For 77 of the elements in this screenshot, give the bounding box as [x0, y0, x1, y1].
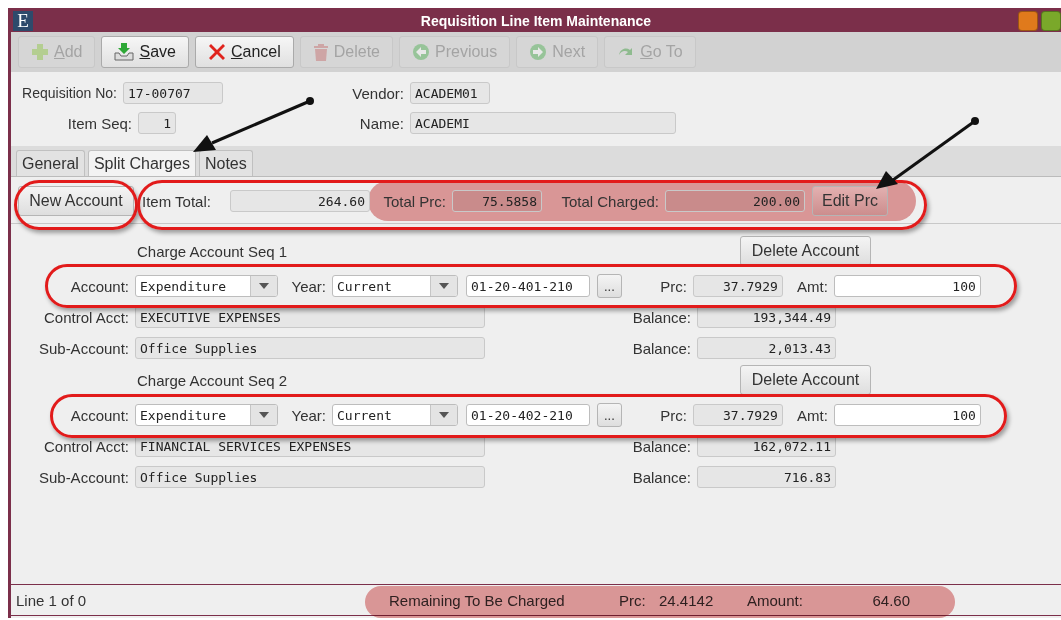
balance-field: 716.83 [697, 466, 836, 488]
balance-field: 193,344.49 [697, 306, 836, 328]
sub-account-field: Office Supplies [135, 337, 485, 359]
edit-percent-button[interactable]: Edit Prc [812, 186, 888, 216]
year-dropdown[interactable]: Current [332, 275, 458, 297]
section-heading: Charge Account Seq 2 [137, 371, 289, 389]
item-seq-field: 1 [138, 112, 176, 134]
dropdown-caret-icon [439, 283, 449, 289]
field-label: Balance: [631, 339, 692, 357]
year-dropdown[interactable]: Current [332, 404, 458, 426]
field-label: Vendor: [351, 84, 405, 102]
dropdown-caret-icon [259, 412, 269, 418]
browse-button[interactable]: ... [597, 274, 622, 298]
tab[interactable]: Notes [198, 150, 253, 176]
field-label: Year: [290, 406, 327, 424]
field-label: Requisition No: [21, 85, 118, 101]
app-logo: E [13, 11, 33, 31]
status-text: Remaining To Be Charged [389, 591, 566, 609]
field-label: Balance: [631, 437, 692, 455]
status-value: 64.60 [871, 591, 910, 609]
toolbar-button[interactable]: Save [101, 36, 189, 68]
field-label: Name: [358, 114, 405, 132]
field-label: Control Acct: [42, 437, 130, 455]
balance-field: 2,013.43 [697, 337, 836, 359]
minimize-button[interactable] [1018, 11, 1038, 31]
control-account-field: EXECUTIVE EXPENSES [135, 306, 485, 328]
tab[interactable]: Split Charges [87, 150, 196, 176]
field-label: Account: [69, 277, 130, 295]
field-label: Sub-Account: [37, 339, 130, 357]
amount-field[interactable]: 100 [833, 404, 981, 426]
account-code-field[interactable]: 01-20-401-210 [466, 275, 590, 297]
maximize-button[interactable] [1041, 11, 1061, 31]
field-label: Item Total: [141, 192, 212, 210]
field-label: Balance: [631, 468, 692, 486]
field-label: Account: [69, 406, 130, 424]
close-icon [207, 43, 226, 61]
field-label: Amt: [796, 277, 829, 295]
status-label: Amount: [747, 591, 804, 609]
field-label: Sub-Account: [37, 468, 130, 486]
account-code-field[interactable]: 01-20-402-210 [466, 404, 590, 426]
new-account-button[interactable]: New Account [18, 186, 134, 216]
field-label: Balance: [631, 308, 692, 326]
field-label: Control Acct: [42, 308, 130, 326]
tab[interactable]: General [16, 150, 85, 176]
name-field: ACADEMI [410, 112, 676, 134]
toolbar-button[interactable]: Cancel [194, 36, 294, 68]
browse-button[interactable]: ... [597, 403, 622, 427]
field-label: Total Prc: [382, 192, 447, 210]
vendor-field: ACADEM01 [410, 82, 490, 104]
delete-account-button[interactable]: Delete Account [740, 365, 871, 395]
field-label: Item Seq: [66, 114, 133, 132]
account-dropdown[interactable]: Expenditure [135, 275, 278, 297]
field-label: Amt: [796, 406, 829, 424]
field-label: Total Charged: [560, 192, 660, 210]
dropdown-caret-icon [259, 283, 269, 289]
field-label: Prc: [659, 277, 688, 295]
item-total-field: 264.60 [230, 190, 370, 212]
percent-field: 37.7929 [692, 404, 783, 426]
total-charged-field: 200.00 [665, 190, 805, 212]
window-title: Requisition Line Item Maintenance [420, 13, 652, 29]
plus-icon [31, 43, 49, 61]
sub-account-field: Office Supplies [135, 466, 485, 488]
requisition-number-field: 17-00707 [123, 82, 223, 104]
account-dropdown[interactable]: Expenditure [135, 404, 278, 426]
field-label: Year: [290, 277, 327, 295]
section-heading: Charge Account Seq 1 [137, 242, 289, 260]
amount-field[interactable]: 100 [833, 275, 981, 297]
download-tray-icon [114, 43, 135, 61]
trash-icon [312, 43, 329, 61]
delete-account-button[interactable]: Delete Account [740, 236, 871, 266]
status-text: Line 1 of 0 [15, 591, 88, 609]
status-value: 24.4142 [659, 591, 715, 609]
percent-field: 37.7929 [692, 275, 783, 297]
field-label: Prc: [659, 406, 688, 424]
dropdown-caret-icon [439, 412, 449, 418]
status-label: Prc: [619, 591, 647, 609]
total-percent-field: 75.5858 [452, 190, 542, 212]
